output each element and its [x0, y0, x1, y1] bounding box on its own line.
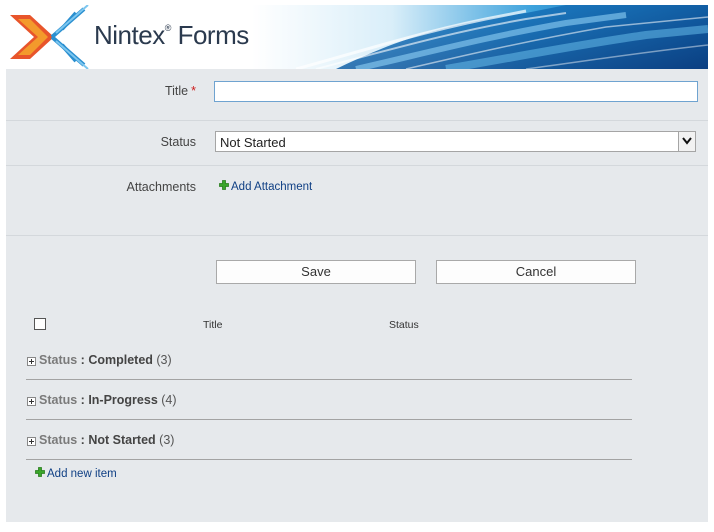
title-label: Title * [165, 84, 196, 98]
group-row-not-started[interactable]: Status : Not Started (3) [26, 429, 632, 460]
group-value: Completed [88, 353, 153, 367]
expand-plus-icon[interactable] [27, 357, 36, 366]
group-separator: : [77, 393, 89, 407]
status-select[interactable]: Not Started [215, 131, 696, 152]
expand-plus-icon[interactable] [27, 437, 36, 446]
status-label: Status [160, 135, 196, 149]
group-header: Status : Not Started (3) [39, 433, 174, 447]
group-header: Status : In-Progress (4) [39, 393, 177, 407]
brand-title: Nintex® Forms [94, 20, 249, 51]
group-field: Status [39, 433, 78, 447]
form-banner: Nintex® Forms [6, 5, 708, 69]
brand-registered-mark: ® [164, 23, 172, 33]
required-marker: * [191, 84, 196, 98]
add-attachment-link[interactable]: Add Attachment [219, 180, 312, 193]
select-all-checkbox[interactable] [34, 318, 46, 330]
group-separator: : [77, 353, 89, 367]
cancel-button[interactable]: Cancel [436, 260, 636, 284]
group-field: Status [39, 353, 78, 367]
add-attachment-text: Add Attachment [231, 181, 313, 193]
group-count: (3) [159, 433, 175, 447]
group-value: In-Progress [88, 393, 158, 407]
add-plus-icon [35, 467, 45, 477]
status-select-value: Not Started [220, 135, 286, 150]
group-count: (4) [161, 393, 177, 407]
nintex-logo-icon [10, 5, 89, 69]
add-new-item-link[interactable]: Add new item [35, 467, 117, 480]
expand-plus-icon[interactable] [27, 397, 36, 406]
group-row-completed[interactable]: Status : Completed (3) [26, 349, 632, 380]
add-new-item-text: Add new item [47, 468, 117, 480]
save-button[interactable]: Save [216, 260, 416, 284]
group-separator: : [77, 433, 89, 447]
add-plus-icon [219, 180, 229, 190]
group-row-in-progress[interactable]: Status : In-Progress (4) [26, 389, 632, 420]
group-value: Not Started [88, 433, 156, 447]
title-row: Title * [6, 69, 708, 121]
column-header-status[interactable]: Status [389, 319, 419, 331]
brand-suffix: Forms [177, 20, 250, 50]
title-input[interactable] [214, 81, 698, 102]
brand-name: Nintex [94, 20, 165, 50]
nintex-form: Nintex® Forms Title * Status Not Started … [6, 5, 708, 522]
group-header: Status : Completed (3) [39, 353, 172, 367]
group-field: Status [39, 393, 78, 407]
attachments-row: Attachments [6, 166, 708, 236]
group-count: (3) [156, 353, 172, 367]
chevron-down-icon[interactable] [678, 132, 695, 151]
title-label-text: Title [164, 84, 189, 98]
attachments-label: Attachments [126, 180, 196, 194]
column-header-title[interactable]: Title [203, 319, 222, 331]
